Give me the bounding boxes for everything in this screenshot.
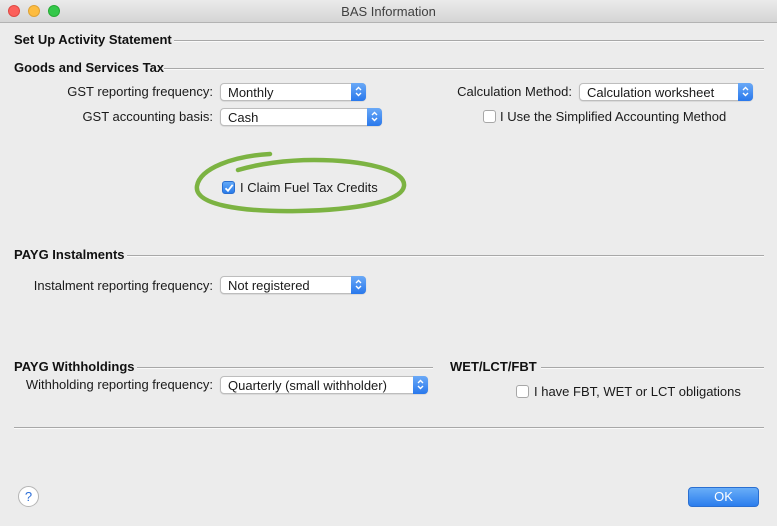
help-button[interactable]: ?	[18, 486, 39, 507]
simplified-method-checkbox[interactable]	[483, 110, 496, 123]
updown-chevron-icon	[413, 376, 428, 394]
section-divider	[137, 367, 433, 369]
updown-chevron-icon	[738, 83, 753, 101]
withholding-frequency-value: Quarterly (small withholder)	[228, 378, 387, 393]
instalment-frequency-value: Not registered	[228, 278, 310, 293]
gst-accounting-basis-label: GST accounting basis:	[82, 109, 213, 124]
section-divider	[127, 255, 764, 257]
updown-chevron-icon	[351, 276, 366, 294]
title-bar: BAS Information	[0, 0, 777, 23]
gst-reporting-frequency-label: GST reporting frequency:	[67, 84, 213, 99]
updown-chevron-icon	[351, 83, 366, 101]
calculation-method-value: Calculation worksheet	[587, 85, 715, 100]
instalment-frequency-label: Instalment reporting frequency:	[33, 278, 213, 293]
wet-obligations-checkbox[interactable]	[516, 385, 529, 398]
calculation-method-label: Calculation Method:	[457, 84, 572, 99]
section-gst-title: Goods and Services Tax	[14, 60, 165, 75]
updown-chevron-icon	[367, 108, 382, 126]
section-payg-withholdings-title: PAYG Withholdings	[14, 359, 135, 374]
section-divider	[164, 68, 764, 70]
gst-accounting-basis-select[interactable]: Cash	[220, 108, 382, 126]
gst-reporting-frequency-value: Monthly	[228, 85, 274, 100]
gst-accounting-basis-value: Cash	[228, 110, 259, 125]
window-title: BAS Information	[341, 4, 436, 19]
withholding-frequency-select[interactable]: Quarterly (small withholder)	[220, 376, 428, 394]
section-wet-lct-fbt-title: WET/LCT/FBT	[450, 359, 537, 374]
fuel-tax-credits-label: I Claim Fuel Tax Credits	[240, 180, 378, 195]
section-divider	[174, 40, 764, 42]
section-divider	[541, 367, 764, 369]
section-setup-title: Set Up Activity Statement	[14, 32, 172, 47]
ok-button[interactable]: OK	[688, 487, 759, 507]
simplified-method-label: I Use the Simplified Accounting Method	[500, 109, 727, 124]
instalment-frequency-select[interactable]: Not registered	[220, 276, 366, 294]
calculation-method-select[interactable]: Calculation worksheet	[579, 83, 753, 101]
fuel-tax-credits-checkbox[interactable]	[222, 181, 235, 194]
help-icon: ?	[24, 489, 33, 504]
withholding-frequency-label: Withholding reporting frequency:	[25, 377, 213, 392]
footer-divider	[14, 427, 764, 429]
wet-obligations-label: I have FBT, WET or LCT obligations	[534, 384, 741, 399]
gst-reporting-frequency-select[interactable]: Monthly	[220, 83, 366, 101]
checkmark-icon	[224, 184, 234, 193]
section-payg-instalments-title: PAYG Instalments	[14, 247, 125, 262]
